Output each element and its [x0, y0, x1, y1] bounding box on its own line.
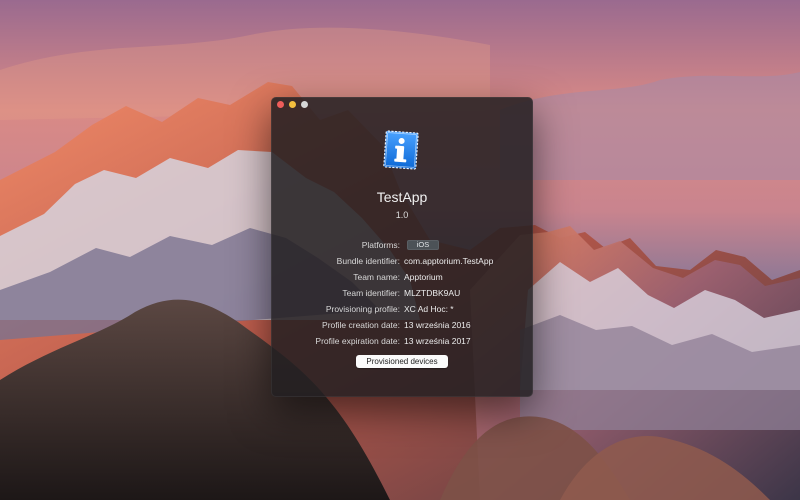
team-identifier-label: Team identifier:	[342, 288, 400, 298]
team-name-label: Team name:	[353, 272, 400, 282]
provisioning-profile-label: Provisioning profile:	[325, 304, 400, 314]
bundle-identifier-label: Bundle identifier:	[336, 256, 400, 266]
app-details: Platforms: iOS Bundle identifier: com.ap…	[271, 237, 533, 349]
provisioning-profile-value: XC Ad Hoc: *	[404, 304, 454, 314]
profile-creation-date-row: Profile creation date: 13 września 2016	[271, 317, 533, 333]
app-name: TestApp	[376, 189, 428, 205]
profile-creation-date-label: Profile creation date:	[322, 320, 400, 330]
desktop: TestApp 1.0 Platforms: iOS Bundle identi…	[0, 0, 800, 500]
profile-expiration-date-label: Profile expiration date:	[315, 336, 400, 346]
bundle-identifier-value: com.apptorium.TestApp	[404, 256, 494, 266]
window-controls	[277, 101, 308, 108]
app-version: 1.0	[395, 210, 409, 220]
provisioned-devices-button[interactable]: Provisioned devices	[356, 355, 448, 368]
platforms-label: Platforms:	[361, 240, 400, 250]
platforms-row: Platforms: iOS	[271, 237, 533, 253]
provisioning-profile-row: Provisioning profile: XC Ad Hoc: *	[271, 301, 533, 317]
zoom-window-button[interactable]	[301, 101, 308, 108]
bundle-identifier-row: Bundle identifier: com.apptorium.TestApp	[271, 253, 533, 269]
profile-expiration-date-row: Profile expiration date: 13 września 201…	[271, 333, 533, 349]
team-name-value: Apptorium	[404, 272, 443, 282]
info-icon	[383, 130, 419, 170]
profile-creation-date-value: 13 września 2016	[404, 320, 471, 330]
profile-expiration-date-value: 13 września 2017	[404, 336, 471, 346]
team-identifier-value: MLZTDBK9AU	[404, 288, 461, 298]
team-name-row: Team name: Apptorium	[271, 269, 533, 285]
team-identifier-row: Team identifier: MLZTDBK9AU	[271, 285, 533, 301]
platform-badge: iOS	[407, 240, 439, 250]
close-window-button[interactable]	[277, 101, 284, 108]
minimize-window-button[interactable]	[289, 101, 296, 108]
app-info-window: TestApp 1.0 Platforms: iOS Bundle identi…	[271, 97, 533, 397]
